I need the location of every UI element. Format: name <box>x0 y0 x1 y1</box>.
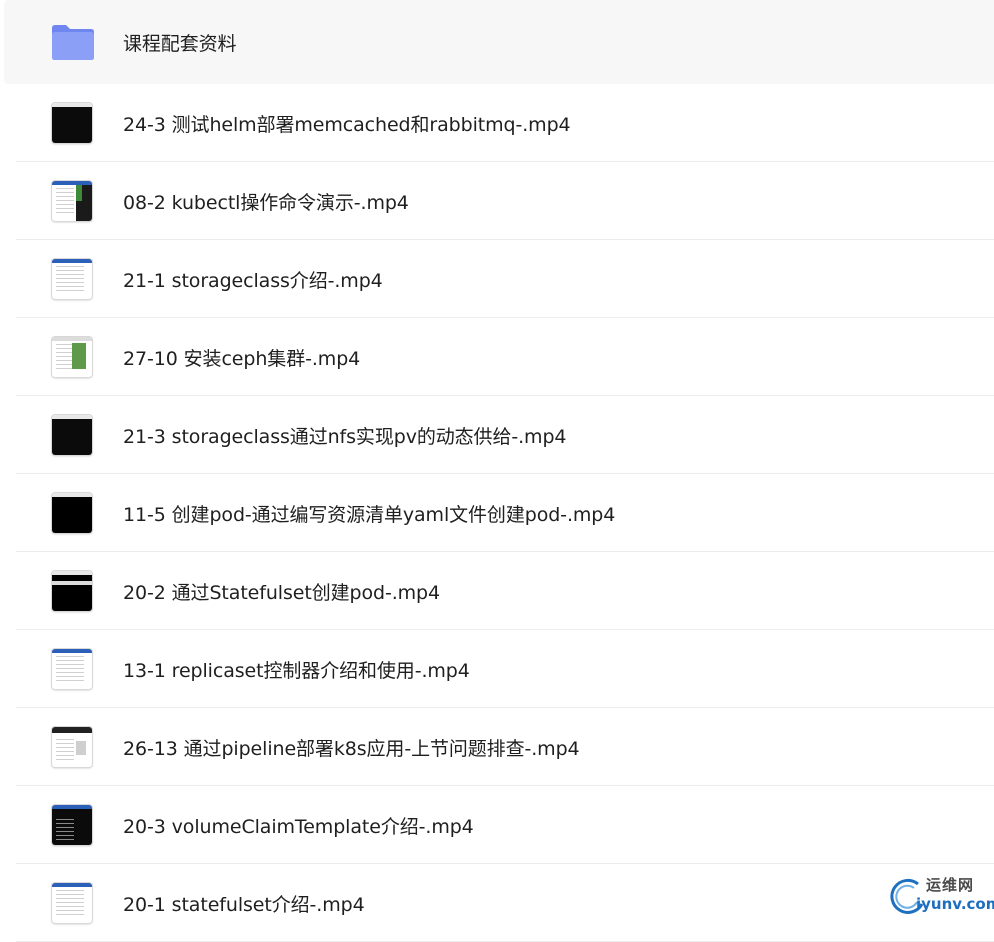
file-row[interactable]: 27-10 安装ceph集群-.mp4 <box>0 318 994 396</box>
file-name: 21-3 storageclass通过nfs实现pv的动态供给-.mp4 <box>123 425 567 448</box>
file-row[interactable]: 08-2 kubectl操作命令演示-.mp4 <box>0 162 994 240</box>
folder-name: 课程配套资料 <box>123 32 237 55</box>
file-row[interactable]: 24-3 测试helm部署memcached和rabbitmq-.mp4 <box>0 84 994 162</box>
file-name: 24-3 测试helm部署memcached和rabbitmq-.mp4 <box>123 113 571 136</box>
file-name: 13-1 replicaset控制器介绍和使用-.mp4 <box>123 659 470 682</box>
video-thumbnail <box>50 335 94 379</box>
file-row[interactable]: 21-1 storageclass介绍-.mp4 <box>0 240 994 318</box>
folder-icon <box>50 20 94 64</box>
video-thumbnail <box>50 647 94 691</box>
file-name: 21-1 storageclass介绍-.mp4 <box>123 269 383 292</box>
video-thumbnail <box>50 413 94 457</box>
video-thumbnail <box>50 179 94 223</box>
video-thumbnail <box>50 257 94 301</box>
video-thumbnail <box>50 101 94 145</box>
video-thumbnail <box>50 725 94 769</box>
file-name: 08-2 kubectl操作命令演示-.mp4 <box>123 191 409 214</box>
file-name: 20-3 volumeClaimTemplate介绍-.mp4 <box>123 815 474 838</box>
folder-row[interactable]: 课程配套资料 <box>4 0 994 84</box>
file-row[interactable]: 11-5 创建pod-通过编写资源清单yaml文件创建pod-.mp4 <box>0 474 994 552</box>
video-thumbnail <box>50 569 94 613</box>
watermark-logo: 运维网 iyunv.com <box>888 874 994 918</box>
file-name: 26-13 通过pipeline部署k8s应用-上节问题排查-.mp4 <box>123 737 580 760</box>
file-name: 11-5 创建pod-通过编写资源清单yaml文件创建pod-.mp4 <box>123 503 616 526</box>
file-name: 20-1 statefulset介绍-.mp4 <box>123 893 365 916</box>
file-list: 课程配套资料 24-3 测试helm部署memcached和rabbitmq-.… <box>0 0 994 942</box>
file-name: 27-10 安装ceph集群-.mp4 <box>123 347 361 370</box>
file-row[interactable]: 20-1 statefulset介绍-.mp4 <box>0 864 994 942</box>
video-thumbnail <box>50 491 94 535</box>
watermark-en: iyunv.com <box>916 895 994 913</box>
video-thumbnail <box>50 881 94 925</box>
watermark-cn: 运维网 <box>926 876 975 894</box>
video-thumbnail <box>50 803 94 847</box>
file-row[interactable]: 26-13 通过pipeline部署k8s应用-上节问题排查-.mp4 <box>0 708 994 786</box>
file-row[interactable]: 20-3 volumeClaimTemplate介绍-.mp4 <box>0 786 994 864</box>
file-row[interactable]: 20-2 通过Statefulset创建pod-.mp4 <box>0 552 994 630</box>
file-name: 20-2 通过Statefulset创建pod-.mp4 <box>123 581 440 604</box>
file-row[interactable]: 21-3 storageclass通过nfs实现pv的动态供给-.mp4 <box>0 396 994 474</box>
file-row[interactable]: 13-1 replicaset控制器介绍和使用-.mp4 <box>0 630 994 708</box>
